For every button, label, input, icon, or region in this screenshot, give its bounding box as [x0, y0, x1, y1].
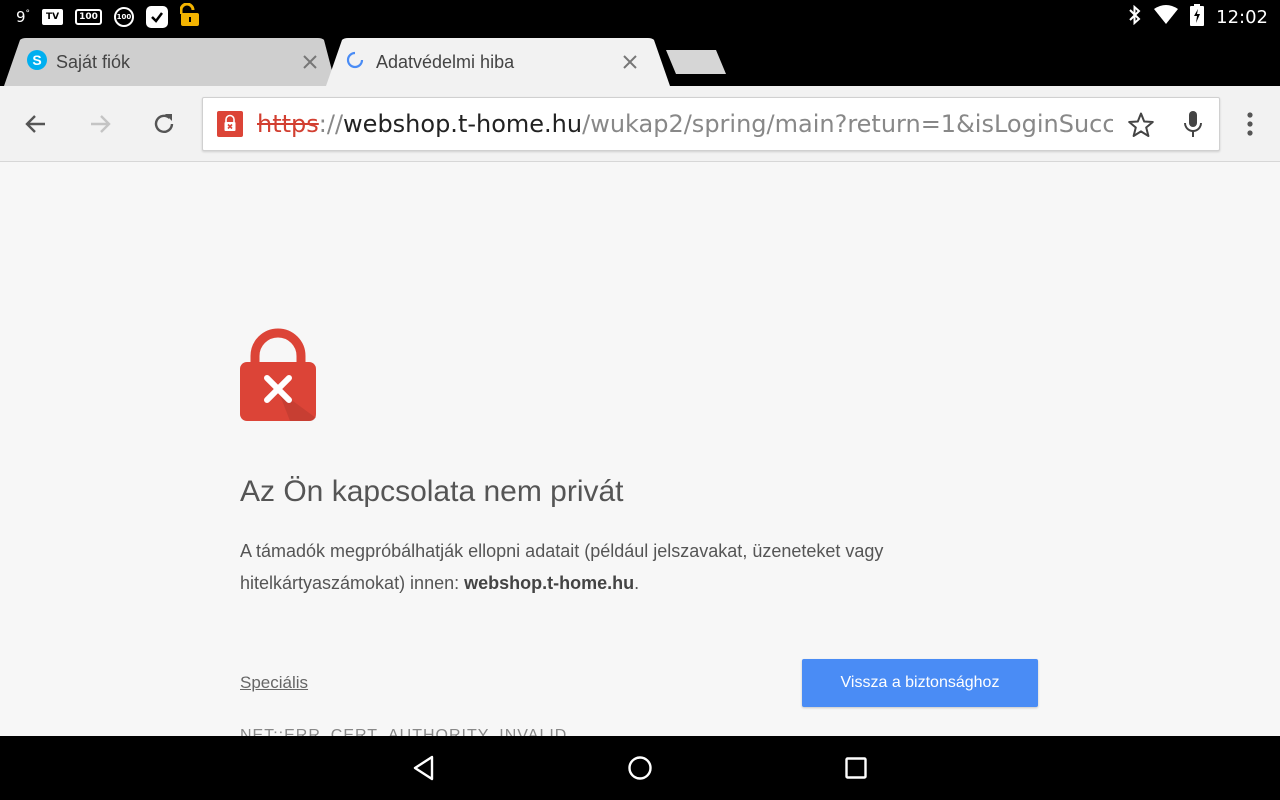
new-tab-button[interactable]	[664, 48, 728, 76]
arrow-right-icon	[91, 115, 111, 133]
battery-charging-icon	[1190, 3, 1205, 31]
nav-back-button[interactable]	[408, 752, 440, 784]
warning-host: webshop.t-home.hu	[464, 573, 635, 593]
badge-100-circle-icon: 100	[113, 7, 134, 27]
reload-button[interactable]	[150, 110, 178, 138]
tab-title: Adatvédelmi hiba	[376, 51, 515, 72]
wifi-icon	[1154, 4, 1179, 30]
status-bar-notifications: 9° TV 100 100	[16, 0, 200, 34]
tab-adatvedelmi-hiba[interactable]: Adatvédelmi hiba	[326, 38, 670, 86]
close-tab-icon[interactable]	[300, 52, 320, 72]
close-tab-icon[interactable]	[620, 52, 640, 72]
advanced-link[interactable]: Speciális	[240, 673, 308, 693]
nav-home-button[interactable]	[624, 752, 656, 784]
status-bar: 9° TV 100 100 12:02	[0, 0, 1280, 34]
reload-icon	[154, 114, 174, 133]
warning-suffix: .	[634, 573, 640, 593]
tab-sajat-fiok[interactable]: S Saját fiók	[0, 38, 340, 86]
unlocked-padlock-icon	[179, 2, 200, 32]
skype-icon: S	[26, 49, 48, 76]
tab-title: Saját fiók	[56, 51, 131, 72]
bookmark-star-icon[interactable]	[1127, 111, 1155, 144]
svg-text:S: S	[32, 52, 41, 68]
back-to-safety-button[interactable]: Vissza a biztonsághoz	[802, 659, 1038, 707]
back-button[interactable]	[22, 110, 50, 138]
clock: 12:02	[1216, 6, 1268, 28]
url-text[interactable]: https://webshop.t-home.hu/wukap2/spring/…	[257, 98, 1113, 150]
navigation-bar	[0, 736, 1280, 800]
check-icon	[145, 6, 168, 28]
loading-spinner-icon	[346, 51, 364, 74]
omnibox[interactable]: https://webshop.t-home.hu/wukap2/spring/…	[202, 97, 1220, 151]
bluetooth-icon	[1128, 4, 1142, 30]
forward-button[interactable]	[86, 110, 114, 138]
url-host: webshop.t-home.hu	[343, 110, 583, 138]
temperature-readout: 9°	[16, 8, 31, 26]
menu-button[interactable]	[1236, 110, 1264, 138]
toolbar: https://webshop.t-home.hu/wukap2/spring/…	[0, 86, 1280, 162]
triangle-back-icon	[413, 755, 434, 781]
url-scheme: https	[257, 110, 319, 138]
red-lock-icon	[240, 328, 316, 422]
page-title: Az Ön kapcsolata nem privát	[240, 475, 624, 508]
tab-strip: S Saját fiók Adatvédelmi hiba	[0, 34, 1280, 86]
url-path: /wukap2/spring/main?return=1&isLoginSucc…	[582, 110, 1113, 138]
microphone-icon[interactable]	[1183, 110, 1203, 145]
nav-recents-button[interactable]	[840, 752, 872, 784]
circle-home-icon	[628, 756, 652, 780]
warning-description: A támadók megpróbálhatják ellopni adatai…	[240, 535, 1000, 599]
broken-lock-icon[interactable]	[217, 111, 243, 142]
interstitial-page: Az Ön kapcsolata nem privát A támadók me…	[0, 162, 1280, 736]
error-code: NET::ERR_CERT_AUTHORITY_INVALID	[240, 727, 568, 736]
square-recents-icon	[845, 757, 867, 779]
overflow-menu-icon	[1247, 112, 1253, 136]
url-separator: ://	[318, 110, 344, 138]
arrow-left-icon	[25, 115, 45, 133]
tv-icon: TV	[42, 9, 64, 25]
badge-100-square-icon: 100	[75, 9, 102, 25]
status-bar-system: 12:02	[1128, 0, 1268, 34]
